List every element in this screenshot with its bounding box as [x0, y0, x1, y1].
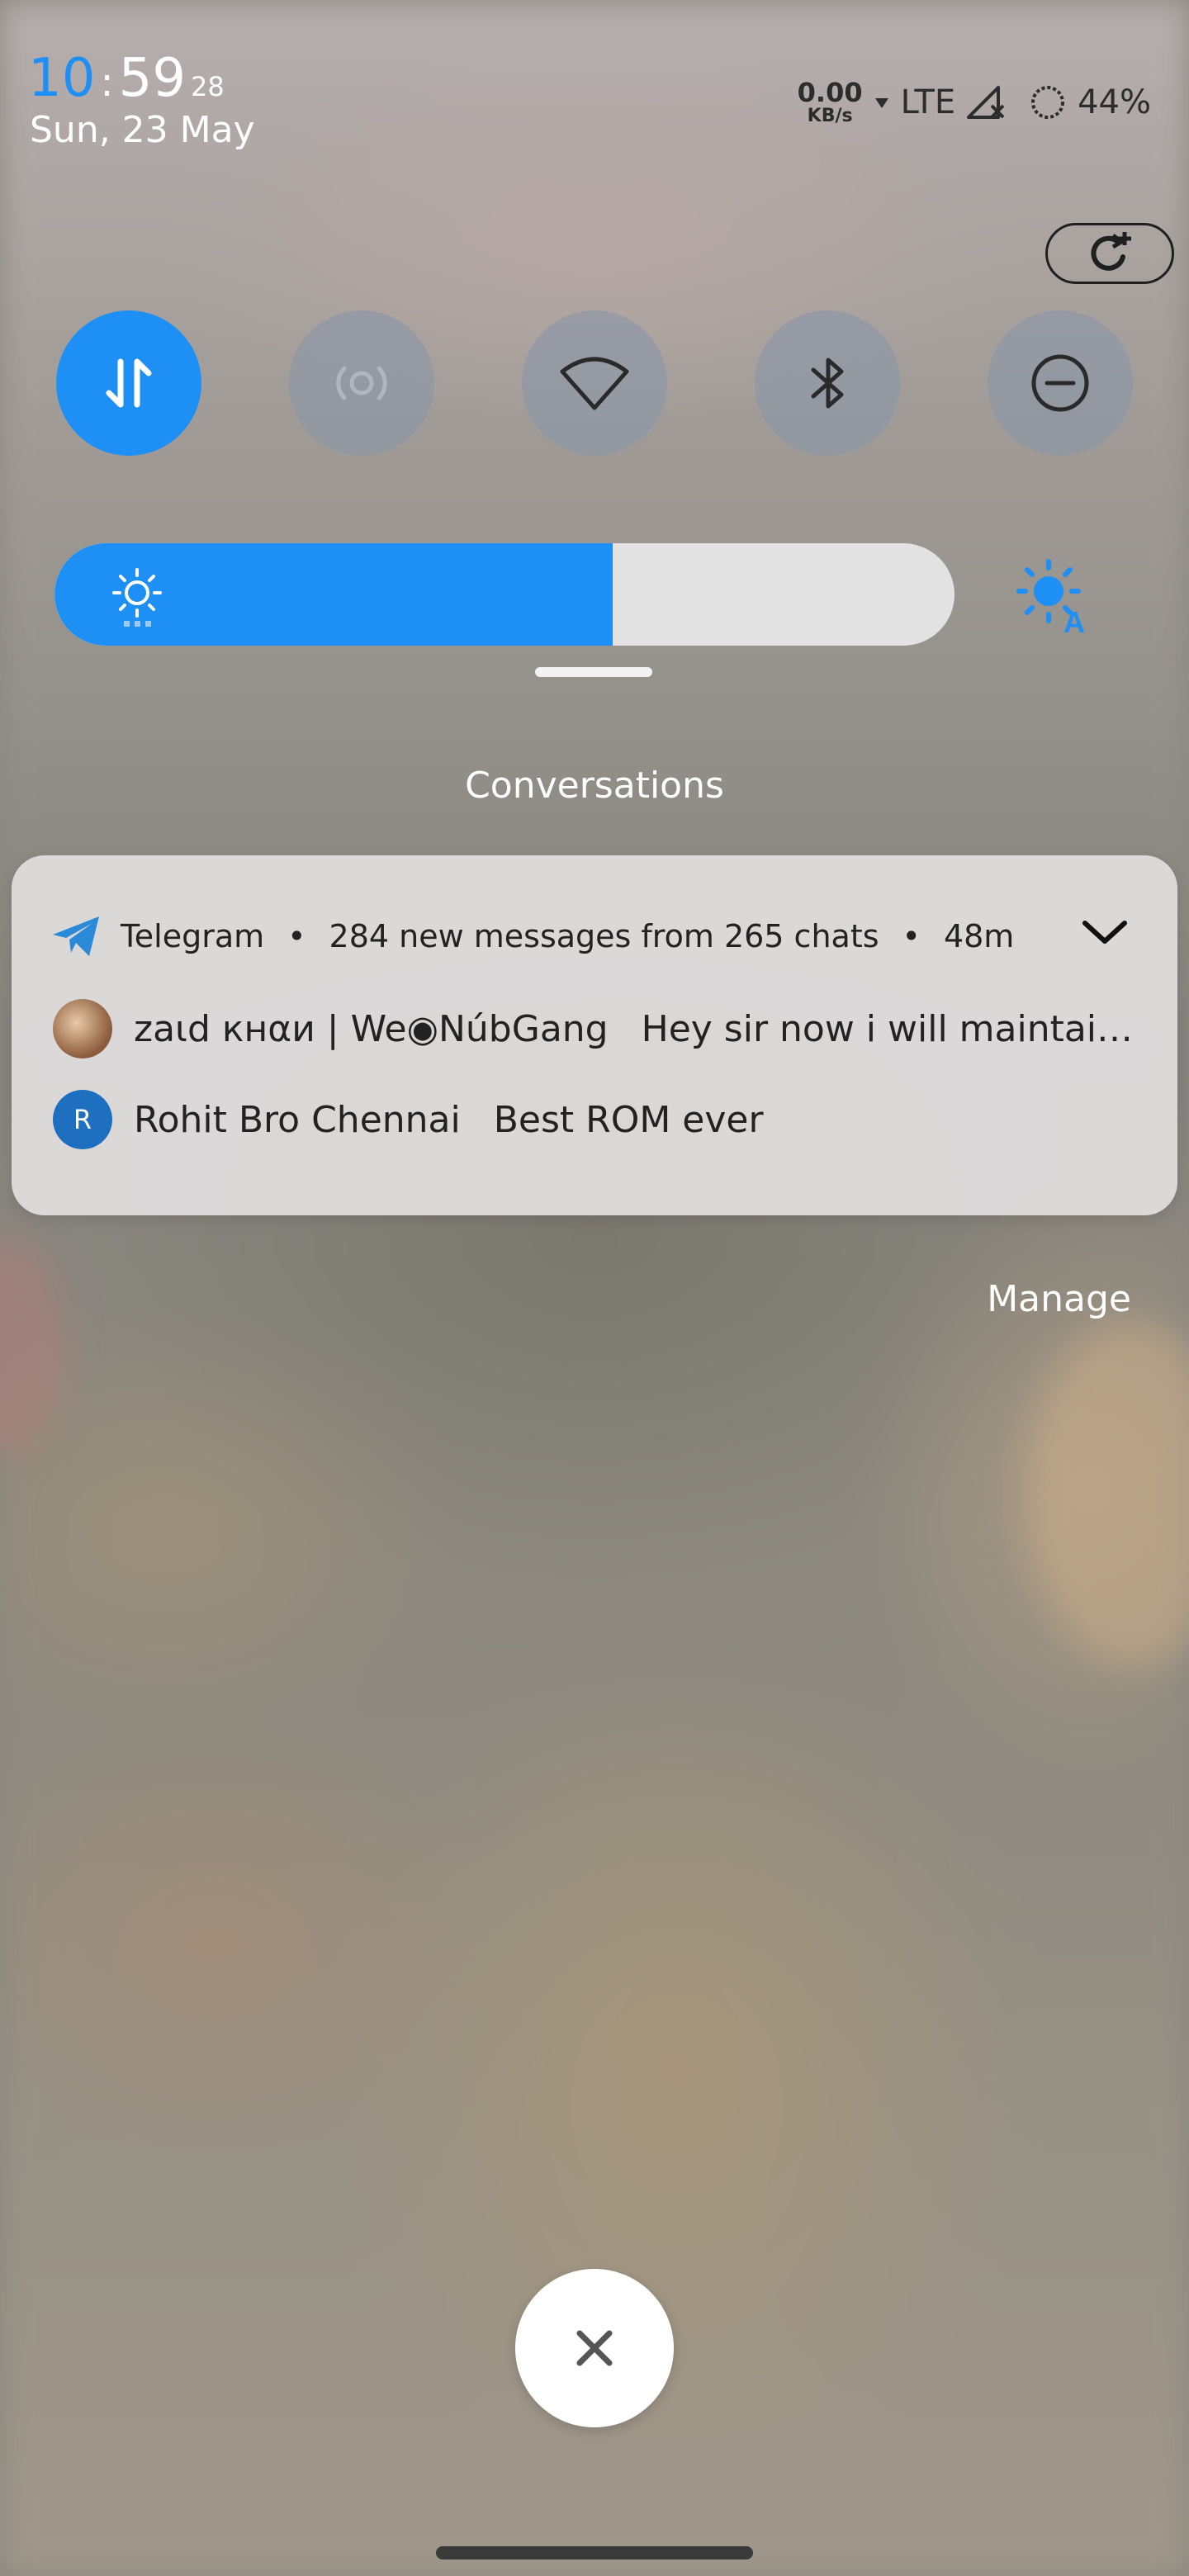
avatar	[53, 999, 112, 1058]
edit-tiles-button[interactable]	[1045, 223, 1174, 284]
separator-dot: •	[287, 918, 306, 954]
message-row[interactable]: zaιd кнαи | We◉NúbGang Hey sir now i wil…	[53, 999, 1143, 1058]
battery-percent: 44%	[1078, 83, 1151, 121]
hotspot-icon	[336, 366, 387, 400]
notification-summary: 284 new messages from 265 chats	[329, 918, 879, 954]
dnd-icon	[1031, 354, 1089, 412]
signal-no-service-icon	[967, 86, 1005, 119]
tile-bluetooth[interactable]	[755, 310, 900, 456]
clock-separator: :	[100, 59, 114, 106]
tile-do-not-disturb[interactable]	[988, 310, 1133, 456]
status-icons: 0.00 KB/s LTE 44%	[798, 79, 1151, 125]
data-arrows-icon	[106, 358, 152, 408]
download-arrow-icon	[874, 98, 888, 108]
wifi-icon	[560, 357, 629, 410]
message-sender: zaιd кнαи | We◉NúbGang	[134, 1007, 609, 1050]
brightness-slider[interactable]	[54, 543, 955, 646]
battery-ring-icon	[1031, 86, 1065, 119]
tile-mobile-data[interactable]	[56, 310, 201, 456]
telegram-notification[interactable]: Telegram • 284 new messages from 265 cha…	[12, 855, 1177, 1215]
network-speed-unit: KB/s	[807, 106, 853, 126]
network-type: LTE	[900, 83, 956, 121]
clock-minute: 59	[118, 48, 187, 109]
gesture-nav-bar[interactable]	[436, 2546, 753, 2559]
clock-hour: 10	[28, 48, 96, 109]
clock-seconds: 28	[191, 71, 225, 102]
clock[interactable]: 10 : 59 28	[28, 48, 225, 109]
avatar-letter: R	[73, 1104, 92, 1135]
notification-shade: 10 : 59 28 Sun, 23 May 0.00 KB/s LTE 44%	[0, 0, 1189, 2576]
quick-settings-tiles	[56, 310, 1133, 456]
clear-all-button[interactable]	[515, 2269, 674, 2427]
refresh-plus-icon	[1091, 232, 1131, 271]
tile-hotspot[interactable]	[289, 310, 434, 456]
telegram-icon	[53, 916, 99, 956]
notification-time: 48m	[943, 918, 1015, 954]
svg-text:A: A	[1063, 605, 1085, 636]
conversations-header: Conversations	[465, 765, 724, 807]
drag-handle[interactable]	[535, 667, 652, 677]
message-sender: Rohit Bro Chennai	[134, 1098, 461, 1141]
date-label[interactable]: Sun, 23 May	[30, 109, 255, 151]
message-text: Hey sir now i will maintain...	[641, 1007, 1143, 1050]
network-speed: 0.00 KB/s	[798, 79, 863, 125]
bluetooth-icon	[811, 358, 844, 409]
network-speed-value: 0.00	[797, 77, 863, 108]
notification-header: Telegram • 284 new messages from 265 cha…	[51, 915, 1014, 958]
close-icon	[576, 2330, 613, 2366]
app-name: Telegram	[121, 918, 265, 954]
manage-button[interactable]: Manage	[987, 1278, 1131, 1320]
auto-brightness-icon[interactable]: A	[1014, 556, 1093, 636]
message-text: Best ROM ever	[493, 1098, 764, 1141]
avatar: R	[53, 1090, 112, 1149]
brightness-icon	[112, 568, 162, 627]
tile-wifi[interactable]	[522, 310, 667, 456]
message-row[interactable]: R Rohit Bro Chennai Best ROM ever	[53, 1090, 1143, 1149]
separator-dot: •	[902, 918, 921, 954]
chevron-down-icon[interactable]	[1080, 915, 1130, 948]
